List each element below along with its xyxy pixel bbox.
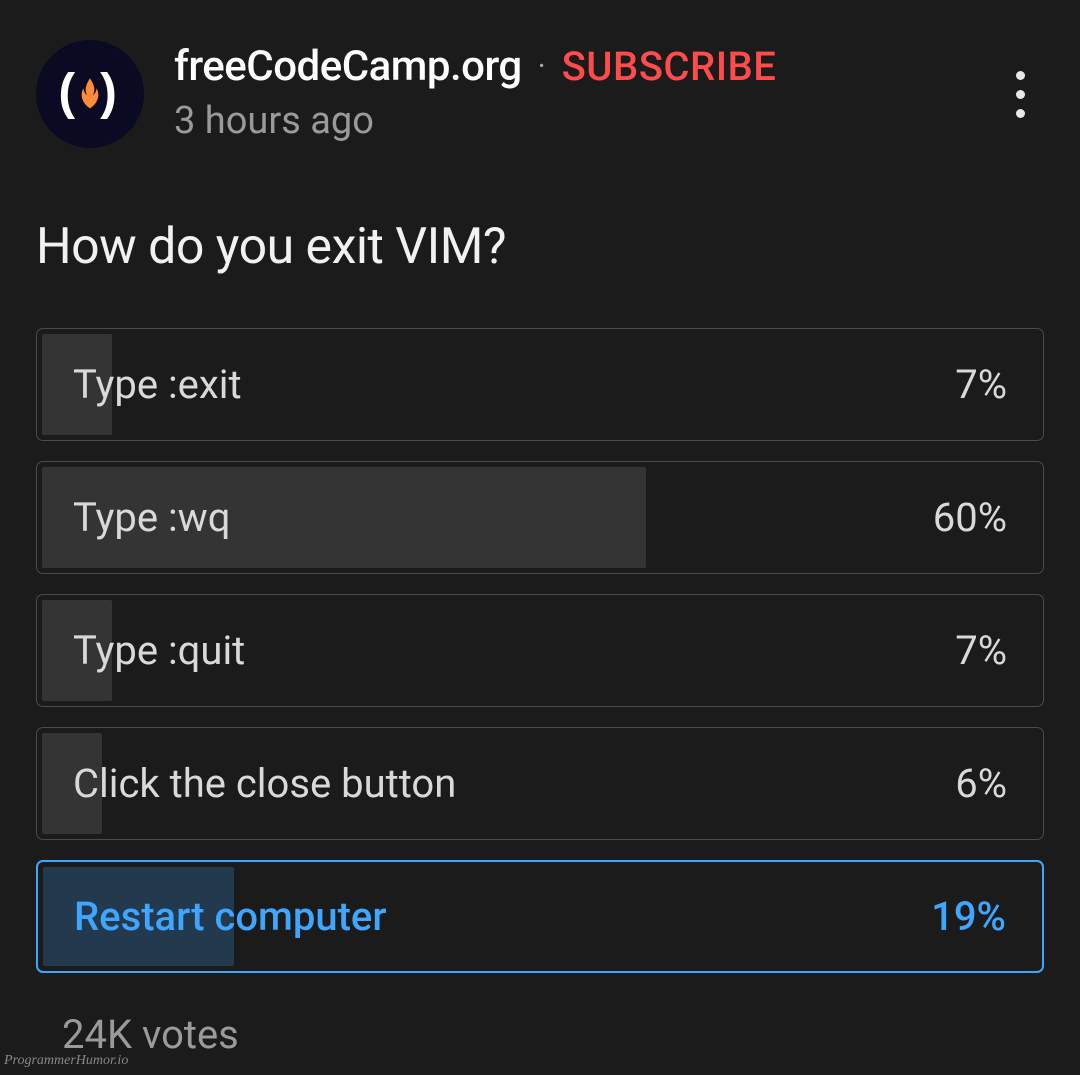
- poll-option-selected[interactable]: Restart computer 19%: [36, 860, 1044, 973]
- subscribe-button[interactable]: SUBSCRIBE: [562, 43, 777, 90]
- poll-option[interactable]: Click the close button 6%: [36, 727, 1044, 840]
- channel-avatar[interactable]: ( ): [36, 40, 144, 148]
- poll-option[interactable]: Type :quit 7%: [36, 594, 1044, 707]
- svg-text:(: (: [58, 62, 75, 119]
- poll-question: How do you exit VIM?: [36, 218, 1044, 276]
- flame-logo-icon: ( ): [54, 58, 126, 130]
- more-menu-icon[interactable]: [996, 64, 1044, 124]
- poll-option[interactable]: Type :exit 7%: [36, 328, 1044, 441]
- poll-option-pct: 19%: [931, 893, 1006, 940]
- poll-option-pct: 7%: [955, 361, 1007, 408]
- post-header: ( ) freeCodeCamp.org · SUBSCRIBE 3 hours…: [36, 40, 1044, 148]
- svg-text:): ): [100, 62, 117, 119]
- poll-option-label: Type :quit: [73, 627, 245, 674]
- poll-option-pct: 6%: [955, 760, 1007, 807]
- poll-option-label: Type :exit: [73, 361, 242, 408]
- poll-option-pct: 7%: [955, 627, 1007, 674]
- poll-votes: 24K votes: [62, 1011, 1044, 1058]
- separator-dot: ·: [538, 52, 546, 82]
- poll-option-label: Click the close button: [73, 760, 456, 807]
- poll-options: Type :exit 7% Type :wq 60% Type :quit 7%…: [36, 328, 1044, 973]
- poll-option-label: Type :wq: [73, 494, 230, 541]
- channel-name[interactable]: freeCodeCamp.org: [174, 42, 522, 91]
- poll-option[interactable]: Type :wq 60%: [36, 461, 1044, 574]
- poll-option-pct: 60%: [933, 494, 1007, 541]
- watermark: ProgrammerHumor.io: [4, 1053, 128, 1069]
- post-timestamp: 3 hours ago: [174, 99, 776, 143]
- poll-option-label: Restart computer: [74, 893, 386, 940]
